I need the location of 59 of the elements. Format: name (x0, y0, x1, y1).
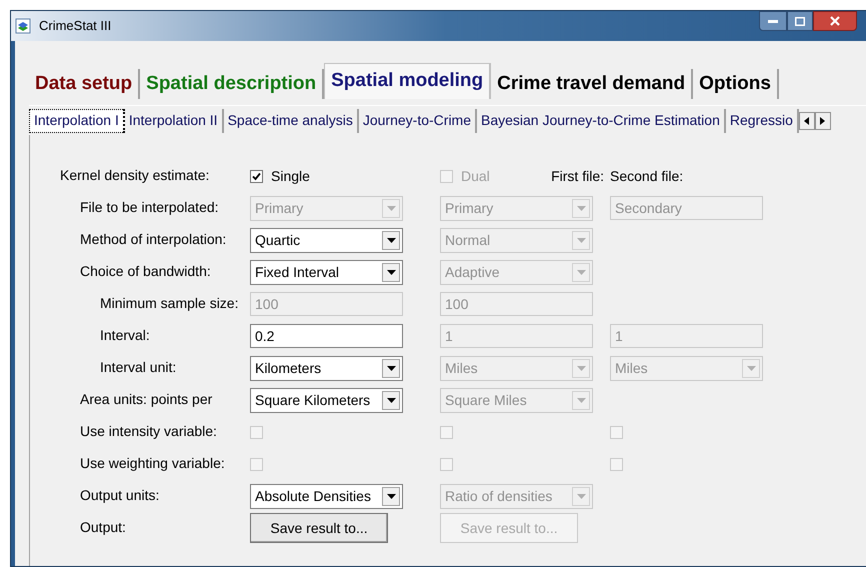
sub-tab[interactable]: Interpolation II (124, 108, 224, 132)
field-label: Method of interpolation: (80, 231, 226, 247)
dropdown[interactable]: Quartic (250, 228, 403, 252)
caret-icon (742, 358, 760, 378)
maximize-button[interactable] (787, 11, 813, 31)
caret-icon (572, 358, 590, 378)
field-label: Use weighting variable: (80, 455, 225, 471)
minimize-button[interactable] (759, 11, 787, 31)
column-header: First file: (551, 167, 604, 186)
close-icon (830, 16, 840, 26)
caret-icon (382, 198, 400, 218)
minimize-icon (768, 19, 778, 23)
sub-tab[interactable]: Interpolation I (29, 108, 125, 132)
tab[interactable]: Crime travel demand (491, 69, 694, 99)
scroll-right-button[interactable] (814, 112, 831, 130)
dropdown[interactable]: Absolute Densities (250, 484, 403, 508)
field-label: Kernel density estimate: (60, 167, 210, 183)
check-icon (252, 172, 261, 180)
field-label: Choice of bandwidth: (80, 263, 211, 279)
right-arrow-icon (820, 116, 826, 124)
sub-tab[interactable]: Space-time analysis (224, 108, 359, 132)
caret-icon (572, 486, 590, 506)
app-icon (15, 18, 31, 34)
caret-icon (572, 390, 590, 410)
close-button[interactable] (813, 11, 857, 31)
left-arrow-icon (804, 116, 810, 124)
maximize-icon (795, 16, 805, 26)
scroll-left-button[interactable] (798, 112, 815, 130)
column-header: Second file: (610, 167, 684, 186)
text-field[interactable]: 0.2 (250, 324, 403, 348)
caret-icon (382, 358, 400, 378)
tab[interactable]: Options (693, 69, 779, 99)
field-label: Use intensity variable: (80, 423, 217, 439)
caret-icon (382, 390, 400, 410)
caret-icon (382, 486, 400, 506)
checkbox[interactable] (250, 170, 263, 182)
field-label: File to be interpolated: (80, 199, 219, 215)
sub-tab[interactable]: Bayesian Journey-to-Crime Estimation (477, 108, 726, 132)
caret-icon (382, 230, 400, 250)
dropdown[interactable]: Square Kilometers (250, 388, 403, 412)
caret-icon (382, 262, 400, 282)
checkbox-label: Single (271, 166, 310, 186)
field-label: Interval unit: (100, 359, 176, 375)
tab[interactable]: Spatial modeling (324, 63, 492, 99)
tab[interactable]: Data setup (29, 69, 140, 99)
field-label: Area units: points per (80, 391, 212, 407)
dropdown[interactable]: Fixed Interval (250, 260, 403, 284)
window-title: CrimeStat III (39, 17, 112, 36)
caret-icon (572, 262, 590, 282)
caret-icon (572, 198, 590, 218)
caret-icon (572, 230, 590, 250)
field-label: Minimum sample size: (100, 295, 238, 311)
dropdown[interactable]: Kilometers (250, 356, 403, 380)
field-label: Output units: (80, 487, 160, 503)
checkbox-label: Dual (461, 166, 490, 186)
field-label: Interval: (100, 327, 150, 343)
sub-tab[interactable]: Journey-to-Crime (358, 108, 477, 132)
field-label: Output: (80, 519, 126, 535)
save-button[interactable]: Save result to... (250, 513, 388, 543)
